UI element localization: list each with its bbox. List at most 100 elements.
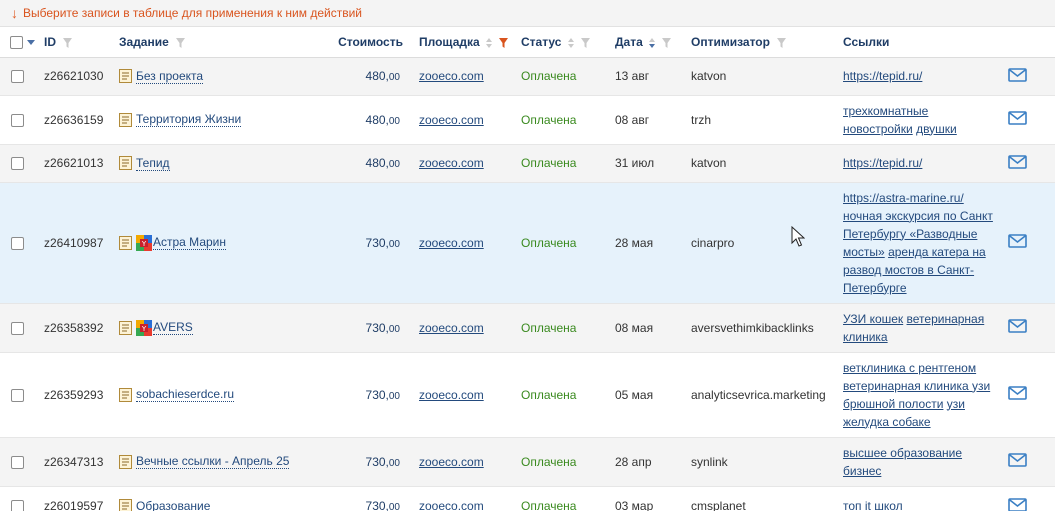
row-status: Оплачена	[516, 437, 608, 487]
site-link[interactable]: zooeco.com	[419, 455, 484, 469]
envelope-icon[interactable]	[1008, 453, 1027, 467]
mouse-cursor-icon	[791, 226, 805, 247]
envelope-icon[interactable]	[1008, 111, 1027, 125]
tasks-table: ID Задание Стоимость Площадка Статус Дат…	[0, 27, 1055, 511]
row-status: Оплачена	[516, 144, 608, 183]
site-link[interactable]: zooeco.com	[419, 388, 484, 402]
backlink[interactable]: ночная экскурсия по Санкт	[843, 209, 993, 223]
row-checkbox[interactable]	[11, 500, 24, 511]
filter-icon[interactable]	[63, 37, 73, 48]
backlink[interactable]: https://astra-marine.ru/	[843, 191, 964, 205]
backlink[interactable]: желудка собаке	[843, 415, 931, 429]
backlink[interactable]: Петербурге	[843, 281, 907, 295]
site-link[interactable]: zooeco.com	[419, 236, 484, 250]
backlink[interactable]: Петербургу «Разводные	[843, 227, 977, 241]
backlink[interactable]: УЗИ кошек	[843, 312, 903, 326]
column-task-label: Задание	[119, 34, 169, 49]
envelope-icon[interactable]	[1008, 497, 1027, 511]
backlink[interactable]: мосты»	[843, 245, 885, 259]
envelope-icon[interactable]	[1008, 67, 1027, 82]
backlink[interactable]: брюшной полости	[843, 397, 943, 411]
task-link[interactable]: Без проекта	[136, 69, 204, 84]
table-row[interactable]: z26358392 Y AVERS 730,00 zooeco.com Опла…	[0, 303, 1055, 353]
site-link[interactable]: zooeco.com	[419, 321, 484, 335]
column-date[interactable]: Дата	[608, 27, 684, 58]
filter-icon[interactable]	[662, 37, 672, 48]
backlink[interactable]: двушки	[916, 122, 957, 136]
select-menu-caret-icon[interactable]	[27, 39, 35, 45]
table-row[interactable]: z26636159 Территория Жизни 480,00 zooeco…	[0, 95, 1055, 145]
table-row[interactable]: z26347313 Вечные ссылки - Апрель 25 730,…	[0, 437, 1055, 487]
backlink[interactable]: высшее образование	[843, 446, 962, 460]
column-site[interactable]: Площадка	[414, 27, 516, 58]
sort-desc-icon[interactable]	[649, 37, 656, 48]
column-status-label: Статус	[521, 34, 562, 49]
table-row[interactable]: z26359293 sobachieserdce.ru 730,00 zooec…	[0, 352, 1055, 438]
sort-icon[interactable]	[567, 37, 574, 48]
backlink[interactable]: клиника	[843, 330, 888, 344]
arrow-down-icon: ↓	[11, 5, 18, 21]
column-optimizer-label: Оптимизатор	[691, 34, 770, 49]
row-date: 31 июл	[608, 144, 684, 183]
task-link[interactable]: Образование	[136, 499, 210, 511]
column-links: Ссылки	[836, 27, 998, 58]
table-row[interactable]: z26410987 Y Астра Марин 730,00 zooeco.co…	[0, 182, 1055, 304]
task-link[interactable]: Вечные ссылки - Апрель 25	[136, 454, 290, 469]
backlink[interactable]: развод мостов в Санкт-	[843, 263, 974, 277]
sort-icon[interactable]	[486, 37, 493, 48]
site-link[interactable]: zooeco.com	[419, 113, 484, 127]
task-link[interactable]: Астра Марин	[153, 235, 226, 250]
row-checkbox[interactable]	[11, 157, 24, 171]
row-checkbox[interactable]	[11, 455, 24, 469]
column-price[interactable]: Стоимость	[308, 27, 414, 58]
envelope-icon[interactable]	[1008, 154, 1027, 169]
envelope-icon[interactable]	[1008, 386, 1027, 400]
envelope-icon[interactable]	[1008, 319, 1027, 333]
row-checkbox[interactable]	[11, 388, 24, 402]
yandex-badge-icon: Y	[136, 234, 152, 251]
table-row[interactable]: z26621030 Без проекта 480,00 zooeco.com …	[0, 57, 1055, 96]
column-status[interactable]: Статус	[516, 27, 608, 58]
backlink[interactable]: https://tepid.ru/	[843, 156, 922, 170]
row-checkbox[interactable]	[11, 113, 24, 127]
column-optimizer[interactable]: Оптимизатор	[684, 27, 836, 58]
document-icon	[119, 112, 132, 127]
backlink[interactable]: ветклиника с рентгеном	[843, 361, 976, 375]
filter-icon[interactable]	[777, 37, 787, 48]
column-task[interactable]: Задание	[116, 27, 308, 58]
site-link[interactable]: zooeco.com	[419, 69, 484, 83]
backlink[interactable]: ветеринарная клиника узи	[843, 379, 990, 393]
filter-active-icon[interactable]	[499, 37, 509, 48]
backlink[interactable]: https://tepid.ru/	[843, 69, 922, 83]
task-link[interactable]: Тепид	[136, 156, 170, 171]
task-link[interactable]: Территория Жизни	[136, 112, 242, 127]
backlink[interactable]: узи	[947, 397, 965, 411]
row-optimizer: cinarpro	[684, 182, 836, 304]
row-price: 480,00	[308, 57, 414, 96]
column-id[interactable]: ID	[38, 27, 116, 58]
backlink[interactable]: ветеринарная	[907, 312, 985, 326]
row-status: Оплачена	[516, 57, 608, 96]
site-link[interactable]: zooeco.com	[419, 156, 484, 170]
backlink[interactable]: аренда катера на	[888, 245, 986, 259]
filter-icon[interactable]	[176, 37, 186, 48]
site-link[interactable]: zooeco.com	[419, 499, 484, 511]
row-status: Оплачена	[516, 486, 608, 511]
backlink[interactable]: бизнес	[843, 464, 881, 478]
table-row[interactable]: z26621013 Тепид 480,00 zooeco.com Оплаче…	[0, 144, 1055, 183]
column-actions	[998, 27, 1055, 58]
row-checkbox[interactable]	[11, 70, 24, 84]
task-link[interactable]: AVERS	[153, 320, 193, 335]
backlink[interactable]: трехкомнатные	[843, 104, 928, 118]
row-optimizer: cmsplanet	[684, 486, 836, 511]
row-checkbox[interactable]	[11, 321, 24, 335]
filter-icon[interactable]	[581, 37, 591, 48]
table-row[interactable]: z26019597 Образование 730,00 zooeco.com …	[0, 486, 1055, 511]
select-all-checkbox[interactable]	[10, 35, 23, 49]
row-checkbox[interactable]	[11, 236, 24, 250]
backlink[interactable]: топ it школ	[843, 499, 903, 511]
task-link[interactable]: sobachieserdce.ru	[136, 387, 235, 402]
row-price: 730,00	[308, 352, 414, 438]
backlink[interactable]: новостройки	[843, 122, 913, 136]
envelope-icon[interactable]	[1008, 234, 1027, 248]
